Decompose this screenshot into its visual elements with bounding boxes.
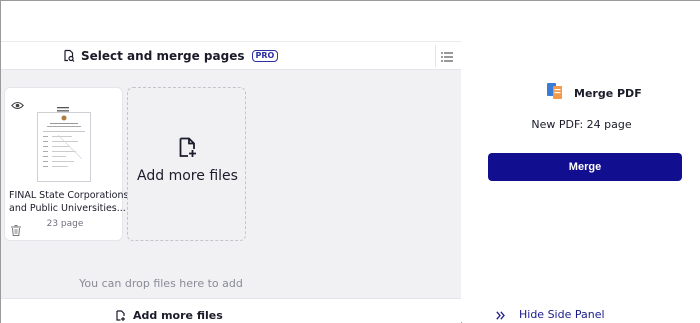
header-title-group: Select and merge pages PRO (63, 47, 279, 66)
double-chevron-right-icon (496, 305, 505, 323)
pages-workspace[interactable]: FINAL State Corporations and Public Univ… (1, 70, 461, 298)
merge-pdf-icon (546, 81, 564, 105)
eye-icon[interactable] (11, 95, 24, 114)
document-search-icon (63, 47, 75, 66)
trash-icon[interactable] (11, 221, 21, 240)
add-file-icon (116, 306, 125, 323)
list-menu-button[interactable] (438, 48, 456, 64)
add-more-files-button[interactable]: Add more files (116, 306, 223, 323)
list-menu-icon (441, 47, 453, 66)
pages-header: Select and merge pages PRO (1, 42, 461, 70)
file-name-line1: FINAL State Corporations (9, 190, 129, 201)
add-more-files-bar: Add more files (1, 298, 461, 323)
file-thumbnail (37, 112, 91, 182)
tool-heading: Merge PDF (546, 81, 642, 105)
drop-hint: You can drop files here to add (79, 277, 243, 290)
add-more-files-label: Add more files (133, 309, 223, 322)
header-divider (435, 45, 436, 67)
tool-name: Merge PDF (574, 86, 642, 100)
file-name-line2: and Public Universities... (9, 203, 126, 214)
file-card[interactable]: FINAL State Corporations and Public Univ… (4, 87, 129, 241)
top-strip (1, 1, 461, 42)
page-title: Select and merge pages (81, 49, 245, 63)
hide-side-panel-label: Hide Side Panel (519, 308, 605, 321)
pages-area: Select and merge pages PRO FINAL State C… (1, 1, 461, 323)
pro-badge: PRO (251, 50, 279, 62)
merge-button[interactable]: Merge (488, 153, 682, 181)
add-more-files-dropzone[interactable]: Add more files (127, 87, 246, 241)
file-name: FINAL State Corporations and Public Univ… (9, 189, 129, 215)
file-page-count: 23 page (46, 219, 84, 229)
side-panel: Merge PDF New PDF: 24 page Merge Hide Si… (462, 1, 700, 323)
add-file-icon (179, 137, 196, 162)
hide-side-panel-link[interactable]: Hide Side Panel (496, 305, 605, 323)
add-box-label: Add more files (137, 168, 238, 184)
new-pdf-summary: New PDF: 24 page (531, 118, 632, 131)
